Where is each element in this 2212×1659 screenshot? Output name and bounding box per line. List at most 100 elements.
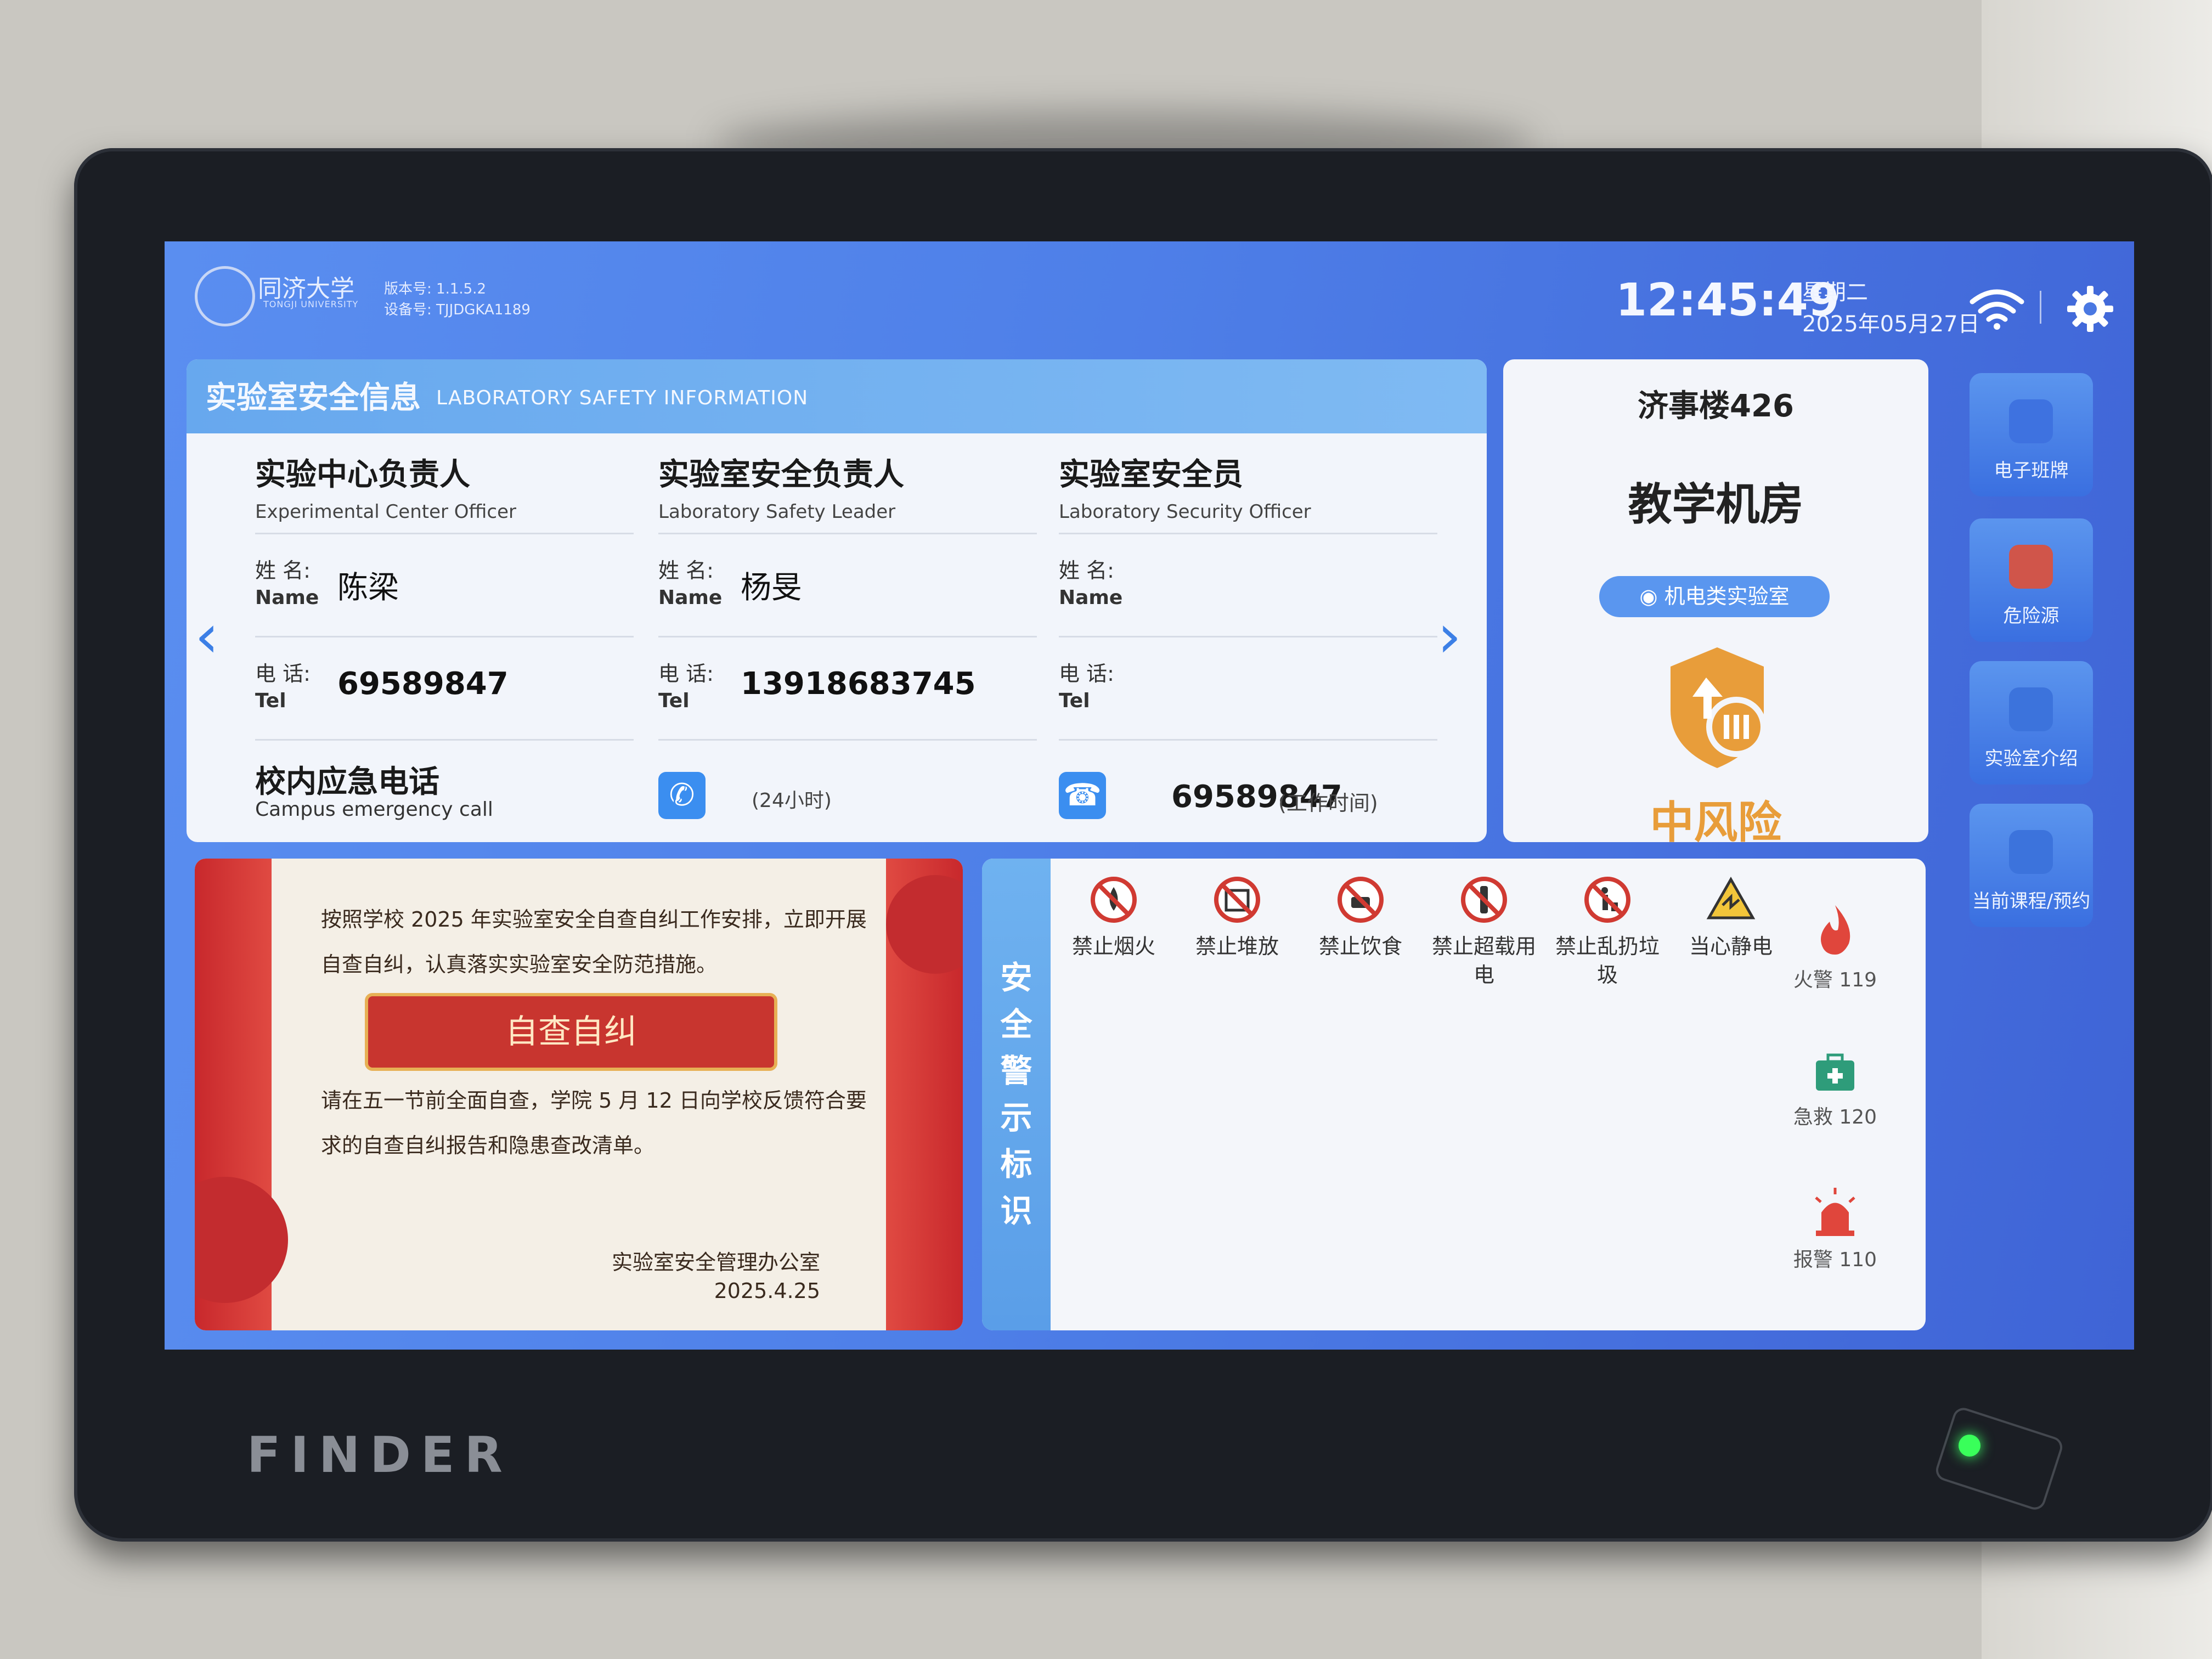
first-aid-kit-icon: [1816, 1053, 1854, 1091]
room-building: 济事楼426: [1638, 388, 1794, 424]
emergency-title-en: Campus emergency call: [255, 798, 493, 821]
no-food-icon: [1338, 877, 1384, 923]
emergency-fire: 火警 119: [1772, 902, 1898, 992]
officer-column-safety-leader: 实验室安全负责人 Laboratory Safety Leader 姓 名: Na…: [658, 450, 1037, 741]
emergency-ambulance: 急救 120: [1772, 1051, 1898, 1130]
side-title-char: 识: [1000, 1192, 1032, 1229]
name-label: 姓 名:: [1059, 558, 1114, 583]
officer-name: 陈梁: [337, 570, 399, 606]
side-title-char: 标: [1000, 1146, 1032, 1183]
version-info: 版本号: 1.1.5.2 设备号: TJJDGKA1189: [384, 279, 531, 320]
no-overload-icon: [1461, 877, 1507, 923]
tel-label: 电 话:: [658, 662, 714, 686]
emergency-label: 急救 120: [1793, 1106, 1877, 1128]
version-line: 版本号: 1.1.5.2: [384, 281, 486, 297]
room-type: 教学机房: [1628, 479, 1804, 530]
officer-title-en: Laboratory Security Officer: [1059, 501, 1311, 523]
name-field: 姓 名: Name: [1059, 534, 1437, 636]
device-brand: FINDER: [247, 1426, 512, 1484]
telephone-icon: ☎: [1059, 772, 1106, 819]
wifi-icon: [1970, 289, 2024, 330]
tel-field: 电 话: Tel 13918683745: [658, 637, 1037, 739]
self-inspection-button[interactable]: 自查自纠: [365, 993, 777, 1071]
tel-field: 电 话: Tel: [1059, 637, 1437, 739]
prev-arrow-icon[interactable]: ‹: [195, 601, 219, 671]
risk-shield-icon: [1671, 647, 1767, 768]
nav-label: 电子班牌: [1994, 460, 2069, 482]
self-inspection-notice: 按照学校 2025 年实验室安全自查自纠工作安排，立即开展自查自纠，认真落实实验…: [195, 859, 963, 1330]
no-littering-icon: [1584, 877, 1630, 923]
emergency-label: 报警 110: [1793, 1249, 1877, 1271]
next-arrow-icon[interactable]: ›: [1437, 601, 1462, 671]
display-icon: [2009, 399, 2053, 443]
emergency-label: 火警 119: [1793, 969, 1877, 991]
sign-label: 禁止饮食: [1318, 934, 1402, 958]
nfc-status-light: [1959, 1435, 1980, 1457]
sign-label: 禁止超载用电: [1431, 934, 1536, 987]
divider: [1059, 739, 1437, 741]
officer-title-en: Experimental Center Officer: [255, 501, 516, 523]
officer-column-center: 实验中心负责人 Experimental Center Officer 姓 名:…: [255, 450, 634, 741]
name-label-en: Name: [658, 586, 723, 609]
notice-text-2: 请在五一节前全面自查，学院 5 月 12 日向学校反馈符合要求的自查自纠报告和隐…: [321, 1088, 867, 1158]
side-title-char: 安: [1000, 959, 1032, 996]
screen: 同济大学 TONGJI UNIVERSITY 版本号: 1.1.5.2 设备号:…: [165, 241, 2134, 1350]
name-label: 姓 名:: [255, 558, 311, 583]
officer-title: 实验室安全员: [1059, 457, 1243, 493]
side-title-char: 全: [1000, 1006, 1032, 1043]
calendar-icon: [2009, 830, 2053, 874]
name-label: 姓 名:: [658, 558, 714, 583]
officer-title: 实验室安全负责人: [658, 457, 904, 493]
sign-static-warning: 当心静电: [1676, 875, 1786, 961]
officer-title-en: Laboratory Safety Leader: [658, 501, 896, 523]
sign-no-food: 禁止饮食: [1306, 875, 1415, 961]
university-logo-icon: [195, 266, 255, 326]
flask-icon: [2009, 687, 2053, 731]
lab-safety-title: 实验室安全信息: [206, 380, 421, 416]
nav-current-course[interactable]: 当前课程/预约: [1970, 804, 2093, 927]
notice-text-1: 按照学校 2025 年实验室安全自查自纠工作安排，立即开展自查自纠，认真落实实验…: [321, 907, 867, 977]
tel-field: 电 话: Tel 69589847: [255, 637, 634, 739]
lab-safety-title-en: LABORATORY SAFETY INFORMATION: [436, 387, 809, 409]
side-title-char: 警: [1000, 1052, 1032, 1090]
name-label-en: Name: [255, 586, 319, 609]
warning-icon: [2009, 545, 2053, 589]
tel-label: 电 话:: [255, 662, 311, 686]
nav-hazard-source[interactable]: 危险源: [1970, 518, 2093, 642]
divider: [255, 739, 634, 741]
sign-label: 当心静电: [1689, 934, 1773, 958]
nav-lab-intro[interactable]: 实验室介绍: [1970, 661, 2093, 785]
nav-label: 危险源: [2003, 605, 2059, 627]
university-sub: TONGJI UNIVERSITY: [263, 299, 359, 309]
emergency-police: 报警 110: [1772, 1188, 1898, 1272]
tel-label-en: Tel: [1059, 690, 1090, 712]
sign-no-overload: 禁止超载用电: [1429, 875, 1539, 989]
device-line: 设备号: TJJDGKA1189: [384, 302, 531, 318]
nav-label: 实验室介绍: [1984, 748, 2078, 770]
officer-tel: 69589847: [337, 666, 509, 702]
header-divider: [2040, 291, 2041, 324]
sign-label: 禁止烟火: [1071, 934, 1155, 958]
officer-name: 杨旻: [741, 570, 802, 606]
officer-title: 实验中心负责人: [255, 457, 470, 493]
officer-tel: 13918683745: [741, 666, 976, 702]
signs-side-title: 安 全 警 示 标 识: [982, 859, 1051, 1330]
risk-level: 中风险: [1650, 797, 1782, 848]
tel-label-en: Tel: [658, 690, 690, 712]
room-info-panel: 济事楼426 教学机房 ◉ 机电类实验室 中风险: [1503, 359, 1928, 848]
notice-date: 2025.4.25: [714, 1279, 820, 1303]
officer-column-security-officer: 实验室安全员 Laboratory Security Officer 姓 名: N…: [1059, 450, 1437, 741]
emergency-title: 校内应急电话: [255, 764, 439, 800]
no-stacking-icon: [1214, 877, 1260, 923]
sign-no-littering: 禁止乱扔垃圾: [1553, 875, 1662, 989]
lab-safety-info-header: 实验室安全信息 LABORATORY SAFETY INFORMATION: [187, 359, 1487, 433]
gear-icon[interactable]: [2066, 284, 2115, 334]
nav-electronic-class-board[interactable]: 电子班牌: [1970, 373, 2093, 496]
sign-no-fire: 禁止烟火: [1059, 875, 1169, 961]
blossom-decor: [195, 1177, 288, 1303]
tel-label: 电 话:: [1059, 662, 1114, 686]
phone-icon: ✆: [658, 772, 706, 819]
lab-safety-info-panel: 实验室安全信息 LABORATORY SAFETY INFORMATION 实验…: [187, 359, 1487, 842]
notice-office: 实验室安全管理办公室: [611, 1250, 820, 1274]
notice-signature: 实验室安全管理办公室 2025.4.25: [612, 1248, 820, 1305]
